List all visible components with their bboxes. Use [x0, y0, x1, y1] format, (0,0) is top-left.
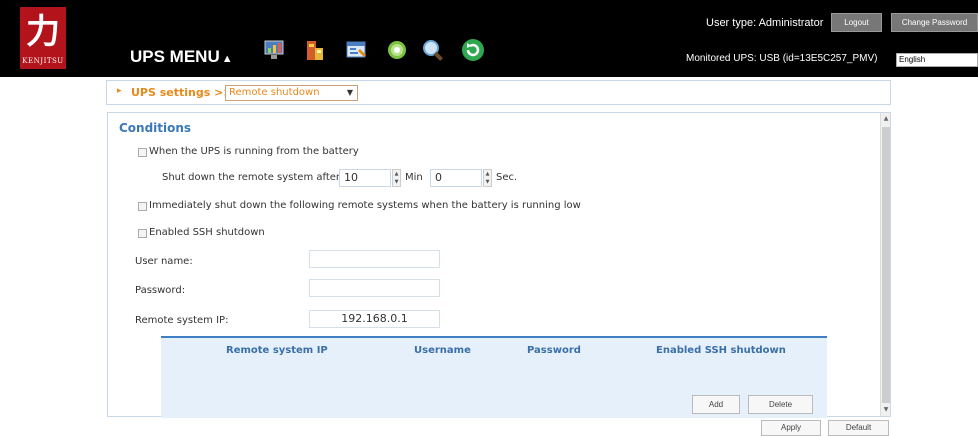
ups-menu-label: UPS MENU	[130, 47, 220, 66]
on-battery-checkbox[interactable]	[138, 148, 147, 157]
column-header-password: Password	[527, 345, 581, 356]
password-field[interactable]	[309, 279, 440, 297]
ssh-shutdown-label: Enabled SSH shutdown	[149, 227, 265, 238]
username-field[interactable]	[309, 250, 440, 268]
user-type-text: User type: Administrator	[706, 17, 824, 29]
header-bar: 力 KENJITSU UPS MENU ▲ User type: Adminis…	[0, 0, 978, 77]
column-header-ssh-shutdown: Enabled SSH shutdown	[656, 345, 786, 356]
seconds-input[interactable]: 0	[430, 169, 482, 187]
page-select-value: Remote shutdown	[229, 87, 320, 98]
default-button[interactable]: Default	[828, 420, 889, 436]
page-select[interactable]: Remote shutdown ▼	[225, 85, 358, 101]
scroll-up-icon[interactable]: ▲	[881, 113, 891, 125]
logo-brand: KENJITSU	[22, 57, 64, 65]
logout-button[interactable]: Logout	[831, 13, 882, 32]
monitored-ups-text: Monitored UPS: USB (id=13E5C257_PMV)	[686, 53, 878, 64]
gear-icon[interactable]	[385, 38, 409, 62]
ssh-shutdown-checkbox[interactable]	[138, 229, 147, 238]
refresh-icon[interactable]	[461, 38, 485, 62]
password-label: Password:	[135, 285, 186, 296]
shutdown-after-label: Shut down the remote system after	[162, 172, 341, 183]
scroll-down-icon[interactable]: ▼	[881, 404, 891, 416]
breadcrumb-arrow-icon: ▸	[117, 86, 122, 96]
seconds-stepper[interactable]: ▲ ▼	[483, 169, 492, 187]
search-icon[interactable]	[421, 38, 445, 62]
scrollbar-thumb[interactable]	[882, 127, 890, 403]
breadcrumb-section: UPS settings >>	[131, 86, 233, 99]
remote-ip-field[interactable]: 192.168.0.1	[309, 310, 440, 328]
immediate-shutdown-checkbox[interactable]	[138, 202, 147, 211]
settings-panel-icon[interactable]	[345, 38, 369, 62]
sec-unit-label: Sec.	[496, 172, 518, 183]
column-header-remote-ip: Remote system IP	[226, 345, 328, 356]
remote-ip-label: Remote system IP:	[135, 315, 229, 326]
panel-scrollbar[interactable]: ▲ ▼	[880, 113, 890, 416]
remote-systems-table: Remote system IP Username Password Enabl…	[161, 336, 827, 418]
kenjitsu-logo: 力 KENJITSU	[20, 7, 66, 69]
username-label: User name:	[135, 256, 193, 267]
minutes-input[interactable]: 10	[339, 169, 391, 187]
min-unit-label: Min	[405, 172, 423, 183]
immediate-shutdown-label: Immediately shut down the following remo…	[149, 200, 581, 211]
menu-toggle-icon: ▲	[221, 53, 233, 65]
conditions-panel: ▲ ▼ Conditions When the UPS is running f…	[107, 112, 891, 418]
column-header-username: Username	[414, 345, 471, 356]
chevron-down-icon: ▼	[346, 88, 353, 97]
on-battery-label: When the UPS is running from the battery	[149, 146, 359, 157]
conditions-title: Conditions	[119, 121, 192, 135]
language-select[interactable]: English	[896, 53, 978, 67]
minutes-stepper[interactable]: ▲ ▼	[392, 169, 401, 187]
breadcrumb: ▸ UPS settings >> Remote shutdown ▼	[106, 80, 891, 105]
delete-button[interactable]: Delete	[748, 395, 813, 414]
apply-button[interactable]: Apply	[761, 420, 821, 436]
logo-glyph: 力	[26, 12, 60, 52]
change-password-button[interactable]: Change Password	[891, 13, 978, 32]
ups-menu-title[interactable]: UPS MENU ▲	[130, 47, 233, 67]
battery-icon[interactable]	[303, 38, 327, 62]
monitor-chart-icon[interactable]	[263, 38, 287, 62]
add-button[interactable]: Add	[692, 395, 740, 414]
